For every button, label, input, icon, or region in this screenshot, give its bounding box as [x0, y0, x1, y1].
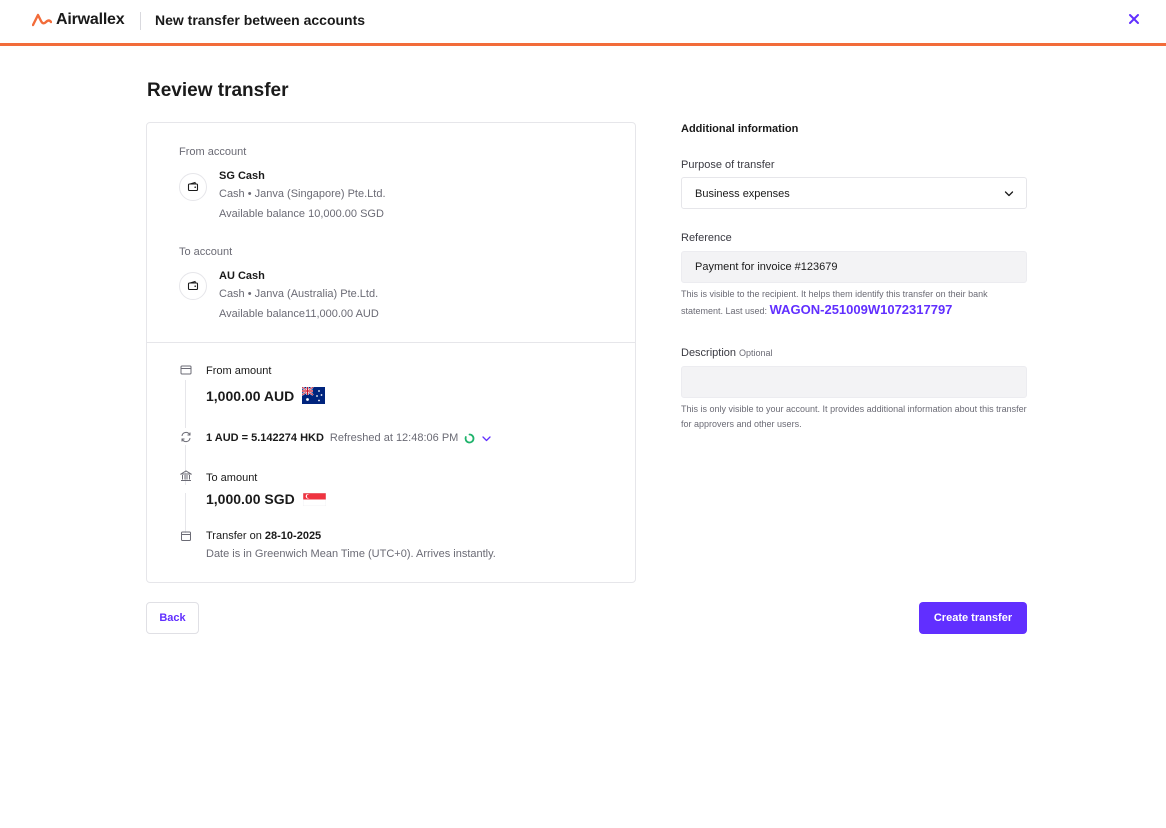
page-title: Review transfer: [147, 80, 289, 101]
exchange-rate-icon: [181, 431, 191, 443]
to-account-entity: Cash • Janva (Australia) Pte.Ltd.: [219, 288, 379, 300]
from-account-balance: Available balance 10,000.00 SGD: [219, 208, 384, 220]
to-account-balance: Available balance11,000.00 AUD: [219, 308, 379, 320]
reference-label: Reference: [681, 232, 732, 244]
chevron-down-icon: [1004, 191, 1014, 197]
reference-input[interactable]: [681, 251, 1027, 283]
card-divider: [147, 342, 635, 343]
to-account-wallet-icon: [179, 272, 207, 300]
to-account-label: To account: [179, 246, 233, 258]
chevron-down-icon[interactable]: [481, 433, 492, 444]
from-amount-label: From amount: [206, 365, 272, 377]
from-account-wallet-icon: [179, 173, 207, 201]
bank-icon: [180, 470, 192, 481]
australia-flag-icon: [302, 387, 326, 404]
from-account-name: SG Cash: [219, 170, 265, 182]
calendar-icon: [181, 531, 191, 541]
description-label-text: Description: [681, 347, 737, 359]
last-used-reference-link[interactable]: WAGON-251009W1072317797: [770, 302, 953, 317]
header-title: New transfer between accounts: [155, 12, 366, 28]
from-account-entity: Cash • Janva (Singapore) Pte.Ltd.: [219, 188, 386, 200]
purpose-select-value: Business expenses: [695, 188, 790, 200]
description-label: Description Optional: [681, 347, 773, 359]
rate-refreshed-time: Refreshed at 12:48:06 PM: [329, 432, 459, 444]
to-amount: 1,000.00 SGD: [206, 491, 326, 507]
timeline-rail: [185, 380, 186, 428]
description-help: This is only visible to your account. It…: [681, 404, 1027, 429]
transfer-summary-card: From account SG Cash Cash • Janva (Singa…: [146, 122, 636, 583]
transfer-date-value: 28-10-2025: [264, 530, 322, 542]
transfer-date-prefix: Transfer on: [206, 530, 262, 542]
back-button[interactable]: Back: [146, 602, 199, 634]
brand-name: Airwallex: [56, 11, 125, 28]
to-amount-label: To amount: [206, 472, 258, 484]
create-transfer-button[interactable]: Create transfer: [919, 602, 1027, 634]
from-amount: 1,000.00 AUD: [206, 387, 326, 404]
singapore-flag-icon: [302, 492, 326, 506]
exchange-rate-row: 1 AUD = 5.142274 HKD Refreshed at 12:48:…: [206, 432, 492, 444]
exchange-rate-value: 1 AUD = 5.142274 HKD: [206, 432, 324, 444]
close-icon[interactable]: [1126, 11, 1142, 27]
refresh-spinner-icon: [464, 433, 475, 443]
description-input[interactable]: [681, 366, 1027, 398]
timeline-rail: [185, 493, 186, 533]
purpose-select[interactable]: Business expenses: [681, 177, 1027, 209]
transfer-date: Transfer on 28-10-2025: [206, 530, 321, 542]
from-account-label: From account: [179, 146, 247, 158]
header-divider: [140, 12, 141, 30]
card-icon: [180, 365, 192, 375]
airwallex-logo-icon: [32, 13, 52, 27]
description-optional-tag: Optional: [739, 348, 773, 358]
transfer-date-note: Date is in Greenwich Mean Time (UTC+0). …: [206, 548, 496, 560]
top-bar: Airwallex New transfer between accounts: [0, 0, 1166, 46]
reference-help: This is visible to the recipient. It hel…: [681, 287, 1031, 319]
purpose-label: Purpose of transfer: [681, 159, 775, 171]
to-amount-value: 1,000.00 SGD: [206, 491, 295, 507]
to-account-name: AU Cash: [219, 270, 265, 282]
from-amount-value: 1,000.00 AUD: [206, 387, 295, 404]
additional-info-title: Additional information: [681, 123, 799, 135]
brand: Airwallex: [32, 11, 125, 29]
